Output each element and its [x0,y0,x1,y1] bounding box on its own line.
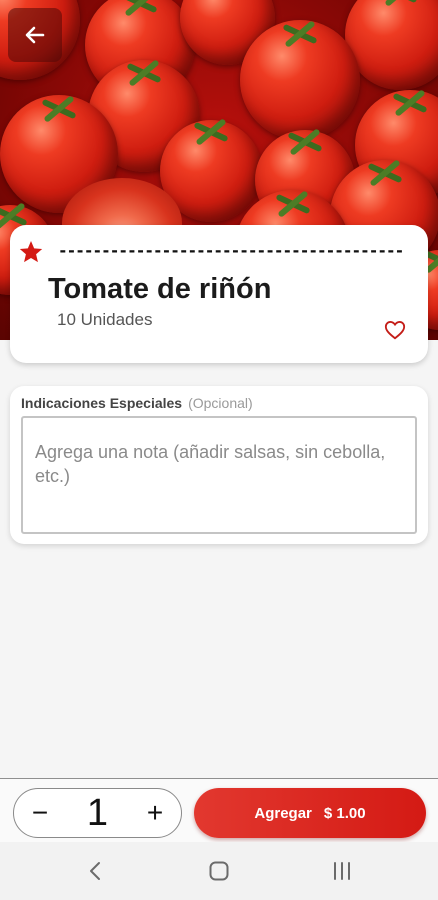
heart-outline-icon[interactable] [384,319,406,341]
product-info-card: ----------------------------------------… [10,225,428,363]
add-button-label: Agregar [254,804,312,822]
star-icon [19,240,43,263]
add-to-cart-button[interactable]: Agregar $ 1.00 [194,788,426,838]
chevron-left-icon[interactable] [84,859,108,883]
special-instructions-card: Indicaciones Especiales (Opcional) Agrega… [10,386,428,544]
quantity-stepper: − 1 + [13,788,182,838]
recents-icon[interactable] [330,859,354,883]
special-instructions-title: Indicaciones Especiales [21,395,183,411]
optional-label: (Opcional) [188,395,253,411]
decrease-quantity-button[interactable]: − [18,789,62,837]
add-button-price: $ 1.00 [323,804,366,822]
product-units: 10 Unidades [57,310,153,329]
back-button[interactable] [8,8,62,62]
order-bar: − 1 + Agregar $ 1.00 [0,778,438,842]
system-navigation-bar [0,842,438,900]
quantity-value: 1 [86,792,109,834]
increase-quantity-button[interactable]: + [133,789,177,837]
special-instructions-input[interactable]: Agrega una nota (añadir salsas, sin cebo… [21,416,417,534]
product-title: Tomate de riñón [48,273,272,305]
home-square-icon[interactable] [207,859,231,883]
product-category-dashes: ---------------------------------------- [58,241,404,260]
arrow-left-icon [25,26,45,44]
special-instructions-label: Indicaciones Especiales (Opcional) [21,395,253,411]
